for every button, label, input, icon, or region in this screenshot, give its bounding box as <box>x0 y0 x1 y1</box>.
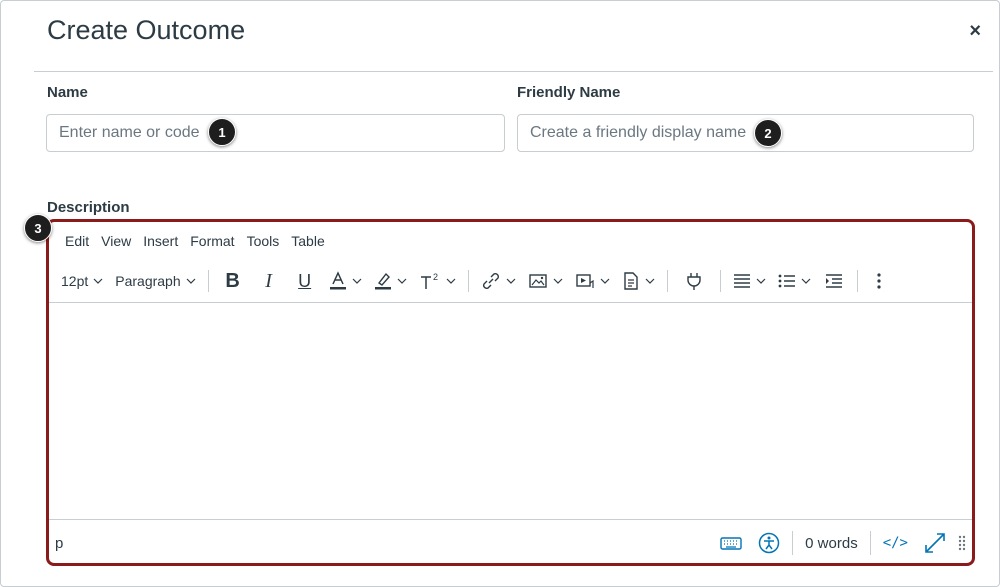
header-divider <box>34 71 993 72</box>
statusbar-tools: 0 words </> <box>712 520 972 563</box>
callout-badge-1: 1 <box>208 118 236 146</box>
font-size-value: 12pt <box>61 273 89 289</box>
svg-text:2: 2 <box>433 272 438 282</box>
chevron-down-icon <box>600 278 610 284</box>
italic-button[interactable]: I <box>251 266 287 296</box>
callout-badge-3: 3 <box>24 214 52 242</box>
editor-menubar: Edit View Insert Format Tools Table <box>49 222 331 260</box>
chevron-down-icon <box>186 278 196 284</box>
keyboard-shortcuts-button[interactable] <box>712 528 750 558</box>
chevron-down-icon <box>645 278 655 284</box>
indent-button[interactable] <box>817 266 851 296</box>
element-path[interactable]: p <box>55 535 63 552</box>
menu-insert[interactable]: Insert <box>137 231 184 251</box>
align-button[interactable] <box>727 266 772 296</box>
image-icon <box>528 274 547 288</box>
chevron-down-icon <box>506 278 516 284</box>
chevron-down-icon <box>553 278 563 284</box>
align-icon <box>733 274 750 288</box>
link-button[interactable] <box>475 266 522 296</box>
html-editor-toggle[interactable]: </> <box>875 528 916 558</box>
italic-icon: I <box>265 269 272 292</box>
friendly-name-input[interactable] <box>517 114 974 152</box>
underline-button[interactable]: U <box>287 266 323 296</box>
chevron-down-icon <box>397 278 407 284</box>
list-icon <box>778 274 795 288</box>
description-label: Description <box>47 199 130 216</box>
accessibility-icon <box>758 532 780 554</box>
word-count: 0 words <box>805 534 858 552</box>
font-size-select[interactable]: 12pt <box>55 266 109 296</box>
resize-handle[interactable] <box>954 528 972 558</box>
menu-tools[interactable]: Tools <box>241 231 286 251</box>
bold-icon: B <box>225 269 240 292</box>
create-outcome-dialog: Create Outcome × Name 1 Friendly Name 2 … <box>0 0 1000 587</box>
editor-toolbar: 12pt Paragraph B I U 2 <box>49 260 972 302</box>
toolbar-divider <box>666 270 668 292</box>
keyboard-icon <box>720 537 742 550</box>
document-icon <box>623 272 638 290</box>
chevron-down-icon <box>352 278 362 284</box>
media-button[interactable] <box>569 266 616 296</box>
close-button[interactable]: × <box>969 21 981 41</box>
statusbar-divider <box>792 531 794 555</box>
superscript-button[interactable]: 2 <box>413 266 462 296</box>
highlight-color-icon <box>374 272 391 290</box>
image-button[interactable] <box>522 266 569 296</box>
callout-badge-2: 2 <box>754 119 782 147</box>
media-icon <box>575 274 594 288</box>
list-button[interactable] <box>772 266 817 296</box>
more-icon <box>877 273 881 289</box>
bold-button[interactable]: B <box>215 266 251 296</box>
friendly-name-label: Friendly Name <box>517 84 621 101</box>
menu-edit[interactable]: Edit <box>59 231 95 251</box>
menu-table[interactable]: Table <box>285 231 330 251</box>
plugin-button[interactable] <box>674 266 714 296</box>
editor-statusbar: p 0 words </> <box>49 520 972 563</box>
drag-handle-icon <box>958 535 966 551</box>
expand-icon <box>925 533 945 553</box>
accessibility-checker-button[interactable] <box>750 528 788 558</box>
code-icon: </> <box>882 535 908 551</box>
name-input[interactable] <box>46 114 505 152</box>
chevron-down-icon <box>93 278 103 284</box>
document-button[interactable] <box>616 266 661 296</box>
dialog-title: Create Outcome <box>47 15 246 45</box>
toolbar-divider <box>207 270 209 292</box>
toolbar-divider <box>467 270 469 292</box>
dialog-header: Create Outcome × <box>1 1 999 71</box>
plugin-icon <box>686 273 701 290</box>
editor-content-area[interactable] <box>49 303 972 519</box>
fullscreen-button[interactable] <box>916 528 954 558</box>
underline-icon: U <box>298 270 312 291</box>
superscript-icon: 2 <box>420 272 438 289</box>
text-color-button[interactable] <box>323 266 368 296</box>
link-icon <box>482 273 499 289</box>
name-label: Name <box>47 84 88 101</box>
menu-view[interactable]: View <box>95 231 137 251</box>
chevron-down-icon <box>756 278 766 284</box>
rich-text-editor: Edit View Insert Format Tools Table 12pt… <box>46 219 975 566</box>
toolbar-divider <box>856 270 858 292</box>
statusbar-divider <box>869 531 871 555</box>
more-button[interactable] <box>864 266 894 296</box>
menu-format[interactable]: Format <box>184 231 240 251</box>
text-color-icon <box>329 271 346 290</box>
highlight-color-button[interactable] <box>368 266 413 296</box>
indent-icon <box>825 274 842 288</box>
chevron-down-icon <box>446 278 456 284</box>
chevron-down-icon <box>801 278 811 284</box>
block-format-value: Paragraph <box>115 273 181 289</box>
block-format-select[interactable]: Paragraph <box>109 266 201 296</box>
toolbar-divider <box>719 270 721 292</box>
